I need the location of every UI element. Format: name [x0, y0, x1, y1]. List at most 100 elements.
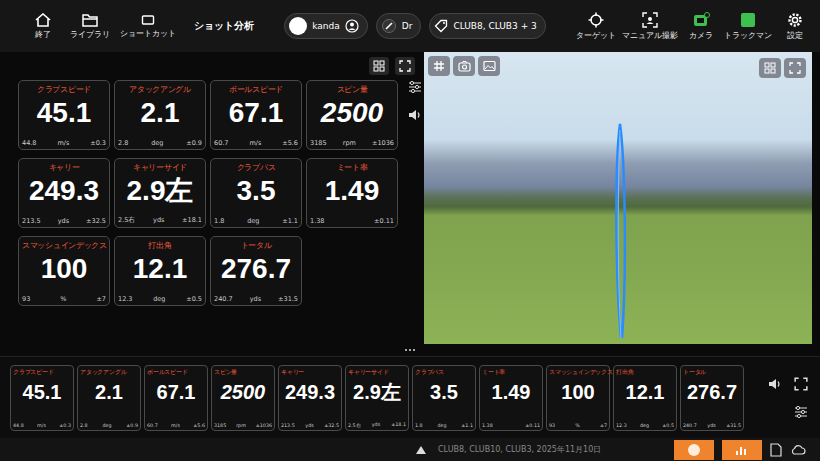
- strip-metric-spread: ±0.11: [525, 423, 540, 428]
- toolbar-button[interactable]: カメラ: [684, 12, 718, 41]
- strip-metric-value: 45.1: [13, 376, 71, 423]
- metric-value: 2500: [310, 95, 394, 139]
- strip-metric-tile[interactable]: ミート率1.491.38±0.11: [479, 365, 543, 431]
- strip-metric-footer: 213.5yds±32.5: [281, 423, 339, 428]
- strip-metric-label: クラブスピード: [13, 369, 71, 376]
- expand-icon[interactable]: [794, 377, 808, 391]
- metric-footer: 12.3deg±0.5: [118, 295, 202, 303]
- exit-button[interactable]: 終了: [26, 13, 60, 40]
- panel-divider[interactable]: [0, 344, 820, 356]
- metric-label: スマッシュインデックス: [22, 240, 106, 251]
- toolbar-button[interactable]: マニュアル撮影: [622, 12, 678, 41]
- trackman-icon: [740, 12, 756, 28]
- metric-tile[interactable]: アタックアングル2.12.8deg±0.9: [114, 80, 206, 150]
- library-button[interactable]: ライブラリ: [70, 13, 110, 40]
- orange-action-button[interactable]: [674, 440, 714, 460]
- library-label: ライブラリ: [70, 30, 110, 40]
- fullscreen-button[interactable]: [395, 57, 415, 75]
- snapshot-button[interactable]: [453, 56, 475, 76]
- shortcut-label: ショートカット: [120, 29, 176, 39]
- strip-metric-footer: 44.8m/s±0.3: [13, 423, 71, 428]
- metric-spread: ±0.9: [186, 139, 202, 147]
- toolbar-button[interactable]: トラックマン: [724, 12, 772, 41]
- club-selector[interactable]: Dr: [376, 13, 422, 39]
- strip-metric-spread: ±5.6: [193, 423, 205, 428]
- strip-metric-unit: yds: [305, 423, 313, 428]
- sliders-icon[interactable]: [408, 80, 422, 94]
- strip-metric-label: キャリーサイド: [348, 369, 406, 376]
- metric-value: 1.49: [310, 173, 394, 217]
- strip-metric-tile[interactable]: トータル276.7240.7yds±31.5: [680, 365, 744, 431]
- strip-metric-tile[interactable]: アタックアングル2.12.8deg±0.9: [77, 365, 141, 431]
- metrics-panel-body: クラブスピード45.144.8m/s±0.3アタックアングル2.12.8deg±…: [0, 80, 420, 306]
- view-layout-button[interactable]: [759, 58, 781, 78]
- chart-button[interactable]: [722, 440, 762, 460]
- metric-tile[interactable]: スマッシュインデックス10093%±7: [18, 236, 110, 306]
- metric-tile[interactable]: ミート率1.491.38±0.11: [306, 158, 398, 228]
- metric-average: 1.38: [310, 217, 324, 225]
- speaker-icon[interactable]: [768, 377, 782, 391]
- expand-icon: [399, 60, 411, 72]
- metric-tile[interactable]: トータル276.7240.7yds±31.5: [210, 236, 302, 306]
- metric-label: キャリー: [22, 162, 106, 173]
- strip-metric-label: スマッシュインデックス: [549, 369, 607, 376]
- layout-button[interactable]: [369, 57, 389, 75]
- metrics-panel-toolbar: [0, 52, 420, 80]
- club-filter[interactable]: CLUB8, CLUB3 + 3: [429, 13, 545, 39]
- toolbar-button[interactable]: 設定: [778, 12, 812, 41]
- metric-footer: 213.5yds±32.5: [22, 217, 106, 225]
- strip-metric-value: 3.5: [415, 376, 473, 423]
- manual-capture-icon: [642, 12, 658, 28]
- strip-metric-label: スピン量: [214, 369, 272, 376]
- strip-metric-tile[interactable]: クラブスピード45.144.8m/s±0.3: [10, 365, 74, 431]
- metric-tile[interactable]: スピン量25003185rpm±1036: [306, 80, 398, 150]
- strip-metric-unit: deg: [640, 423, 649, 428]
- metric-average: 3185: [310, 139, 327, 147]
- metric-footer: 2.5右yds±18.1: [118, 216, 202, 225]
- user-switch-icon: [345, 19, 359, 33]
- metric-tile[interactable]: 打出角12.112.3deg±0.5: [114, 236, 206, 306]
- collapse-arrow-icon[interactable]: [416, 446, 426, 454]
- strip-metric-spread: ±1036: [256, 423, 272, 428]
- chart-icon: [735, 443, 749, 457]
- view-fullscreen-button[interactable]: [784, 58, 806, 78]
- sliders-icon[interactable]: [794, 405, 808, 419]
- metric-tile[interactable]: ボールスピード67.160.7m/s±5.6: [210, 80, 302, 150]
- metric-tile[interactable]: クラブスピード45.144.8m/s±0.3: [18, 80, 110, 150]
- divider-handle[interactable]: [405, 349, 415, 351]
- metric-average: 12.3: [118, 295, 132, 303]
- metric-tile[interactable]: キャリー249.3213.5yds±32.5: [18, 158, 110, 228]
- toolbar-button[interactable]: ターゲット: [576, 12, 616, 41]
- document-icon[interactable]: [770, 443, 782, 457]
- strip-metric-spread: ±32.5: [324, 423, 339, 428]
- metric-spread: ±1036: [372, 139, 394, 147]
- metric-unit: deg: [153, 295, 165, 303]
- strip-metric-tile[interactable]: クラブパス3.51.8deg±1.1: [412, 365, 476, 431]
- strip-metric-average: 12.3: [616, 423, 627, 428]
- strip-metric-tile[interactable]: キャリー249.3213.5yds±32.5: [278, 365, 342, 431]
- metric-spread: ±5.6: [282, 139, 298, 147]
- strip-metric-tile[interactable]: スマッシュインデックス10093%±7: [546, 365, 610, 431]
- metric-value: 2.1: [118, 95, 202, 139]
- user-selector[interactable]: kanda: [284, 13, 368, 39]
- speaker-icon[interactable]: [408, 108, 422, 122]
- shortcut-button[interactable]: ショートカット: [120, 14, 176, 39]
- strip-metric-value: 100: [549, 376, 607, 423]
- target-icon: [588, 12, 604, 28]
- strip-metric-average: 1.38: [482, 423, 493, 428]
- view-tools-left: [428, 56, 500, 76]
- toolbar-button-label: カメラ: [689, 31, 713, 41]
- strip-metric-spread: ±18.1: [391, 422, 406, 428]
- metric-unit: %: [60, 295, 66, 303]
- strip-metric-tile[interactable]: 打出角12.112.3deg±0.5: [613, 365, 677, 431]
- strip-metric-tile[interactable]: ボールスピード67.160.7m/s±5.6: [144, 365, 208, 431]
- strip-metric-tile[interactable]: スピン量25003185rpm±1036: [211, 365, 275, 431]
- metric-tile[interactable]: キャリーサイド2.9左2.5右yds±18.1: [114, 158, 206, 228]
- image-button[interactable]: [478, 56, 500, 76]
- metric-average: 2.8: [118, 139, 128, 147]
- strip-metric-tile[interactable]: キャリーサイド2.9左2.5右yds±18.1: [345, 365, 409, 431]
- grid-toggle-button[interactable]: [428, 56, 450, 76]
- metric-tile[interactable]: クラブパス3.51.8deg±1.1: [210, 158, 302, 228]
- cloud-upload-icon[interactable]: [790, 443, 806, 457]
- metric-spread: ±1.1: [282, 217, 298, 225]
